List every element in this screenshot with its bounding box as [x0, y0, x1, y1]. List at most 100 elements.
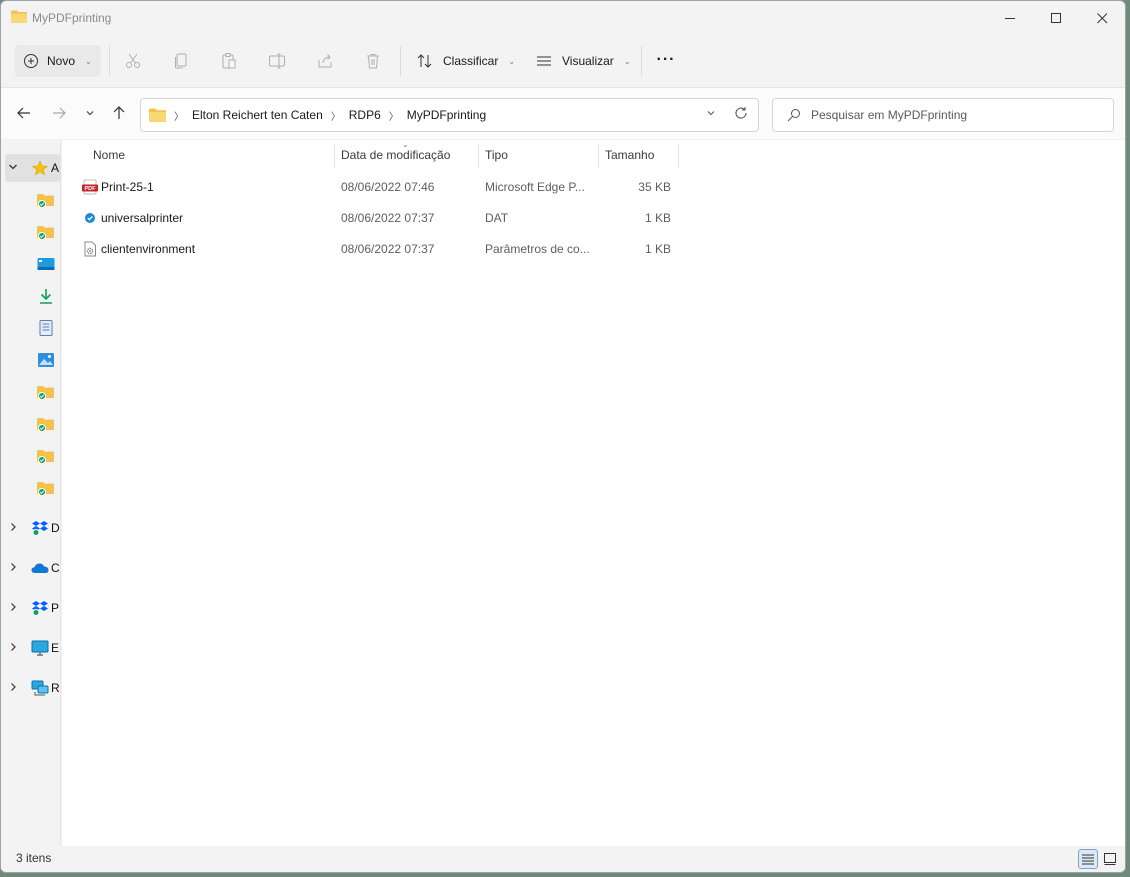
dropbox-node-label: D [51, 521, 60, 535]
breadcrumb-chevron-icon: 〉 [174, 111, 184, 123]
column-header-size[interactable]: Tamanho [605, 140, 677, 170]
chevron-right-icon[interactable] [5, 602, 21, 614]
refresh-icon [735, 107, 747, 119]
pictures-item[interactable] [5, 346, 61, 374]
file-row[interactable]: PDF Print-25-1 08/06/2022 07:46 Microsof… [78, 172, 678, 202]
close-icon [1096, 12, 1107, 23]
recent-locations-button[interactable] [81, 104, 99, 122]
details-view-button[interactable] [1078, 849, 1098, 869]
pictures-icon [38, 353, 54, 367]
documents-item[interactable] [5, 314, 61, 342]
pinned-folder-item[interactable] [5, 474, 61, 502]
desktop-item[interactable] [5, 250, 61, 278]
pdf-file-icon: PDF [82, 179, 98, 195]
chevron-down-icon [86, 111, 94, 116]
minimize-icon [1004, 17, 1015, 19]
dropbox-icon [32, 521, 48, 536]
this-pc-node[interactable]: E [5, 634, 61, 662]
share-button[interactable] [315, 51, 335, 71]
more-options-button[interactable]: ··· [653, 51, 679, 71]
title-bar: MyPDFprinting [1, 1, 1125, 35]
chevron-right-icon[interactable] [5, 562, 21, 574]
pinned-folder-item[interactable] [5, 442, 61, 470]
synced-folder-icon [37, 450, 54, 464]
trash-icon [367, 54, 379, 69]
download-icon [40, 289, 52, 304]
breadcrumb-current[interactable]: MyPDFprinting [407, 108, 486, 122]
file-explorer-window: MyPDFprinting Novo ⌄ Classificar ⌄ Visua… [0, 0, 1126, 873]
star-icon [31, 160, 49, 176]
rename-button[interactable] [267, 51, 287, 71]
column-divider[interactable] [678, 144, 679, 168]
pinned-folder-item[interactable] [5, 218, 61, 246]
network-node[interactable]: R [5, 674, 61, 702]
close-button[interactable] [1079, 1, 1125, 35]
column-header-name[interactable]: Nome [93, 140, 333, 170]
address-dropdown-button[interactable] [706, 108, 716, 120]
chevron-right-icon[interactable] [5, 522, 21, 534]
quick-access-node[interactable]: A [5, 154, 61, 182]
column-header-modified[interactable]: Data de modificação [341, 140, 477, 170]
chevron-down-icon[interactable] [5, 162, 21, 174]
maximize-button[interactable] [1033, 1, 1079, 35]
up-button[interactable] [110, 104, 128, 122]
details-view-icon [1082, 854, 1094, 865]
document-icon [39, 320, 53, 336]
chevron-right-icon[interactable] [5, 642, 21, 654]
arrow-up-icon [113, 106, 125, 119]
window-title: MyPDFprinting [32, 11, 112, 25]
plus-circle-icon [24, 54, 38, 68]
file-name: Print-25-1 [101, 180, 154, 194]
search-icon [787, 109, 800, 122]
chevron-down-icon: ⌄ [85, 56, 92, 66]
file-row[interactable]: clientenvironment 08/06/2022 07:37 Parâm… [78, 234, 678, 264]
item-count: 3 itens [16, 851, 52, 865]
status-bar: 3 itens [1, 846, 1125, 872]
chevron-right-icon[interactable] [5, 682, 21, 694]
breadcrumb-rdp6[interactable]: RDP6 [349, 108, 381, 122]
file-name: universalprinter [101, 211, 184, 225]
search-box[interactable] [772, 98, 1114, 132]
paste-button[interactable] [219, 51, 239, 71]
search-input[interactable] [811, 108, 1091, 122]
maximize-icon [1050, 12, 1061, 23]
copy-button[interactable] [171, 51, 191, 71]
downloads-item[interactable] [5, 282, 61, 310]
file-type: Parâmetros de co... [485, 242, 590, 256]
column-divider[interactable] [334, 144, 335, 168]
command-bar: Novo ⌄ Classificar ⌄ Visualizar ⌄ ··· [1, 37, 1125, 87]
delete-button[interactable] [363, 51, 383, 71]
onedrive-node[interactable]: C [5, 554, 61, 582]
synced-folder-icon [37, 226, 54, 240]
column-divider[interactable] [478, 144, 479, 168]
pinned-folder-item[interactable] [5, 378, 61, 406]
column-divider[interactable] [598, 144, 599, 168]
file-size: 35 KB [638, 180, 671, 194]
file-row[interactable]: universalprinter 08/06/2022 07:37 DAT 1 … [78, 203, 678, 233]
quick-access-label: A [51, 161, 60, 175]
breadcrumb-chevron-icon: 〉 [388, 111, 399, 123]
pinned-folder-item[interactable] [5, 186, 61, 214]
back-button[interactable] [15, 104, 33, 122]
view-button[interactable]: Visualizar ⌄ [536, 45, 631, 77]
config-file-icon [84, 241, 96, 257]
dropbox-node[interactable]: P [5, 594, 61, 622]
minimize-button[interactable] [987, 1, 1033, 35]
sort-button[interactable]: Classificar ⌄ [417, 45, 515, 77]
pinned-folder-item[interactable] [5, 410, 61, 438]
synced-folder-icon [37, 386, 54, 400]
column-header-type[interactable]: Tipo [485, 140, 597, 170]
navigation-pane: A D C P E R [1, 140, 61, 872]
tiles-view-button[interactable] [1100, 849, 1120, 869]
sort-button-label: Classificar [443, 54, 499, 68]
paste-icon [222, 53, 236, 69]
toolbar-separator [641, 46, 642, 76]
forward-button[interactable] [50, 104, 68, 122]
dropbox-node[interactable]: D [5, 514, 61, 542]
breadcrumb-chevron-icon: 〉 [330, 111, 341, 123]
refresh-button[interactable] [734, 106, 748, 123]
address-bar[interactable]: 〉 Elton Reichert ten Caten 〉 RDP6 〉 MyPD… [140, 98, 759, 132]
cut-button[interactable] [123, 51, 143, 71]
breadcrumb-user[interactable]: Elton Reichert ten Caten [192, 108, 323, 122]
new-button[interactable]: Novo ⌄ [15, 45, 101, 77]
